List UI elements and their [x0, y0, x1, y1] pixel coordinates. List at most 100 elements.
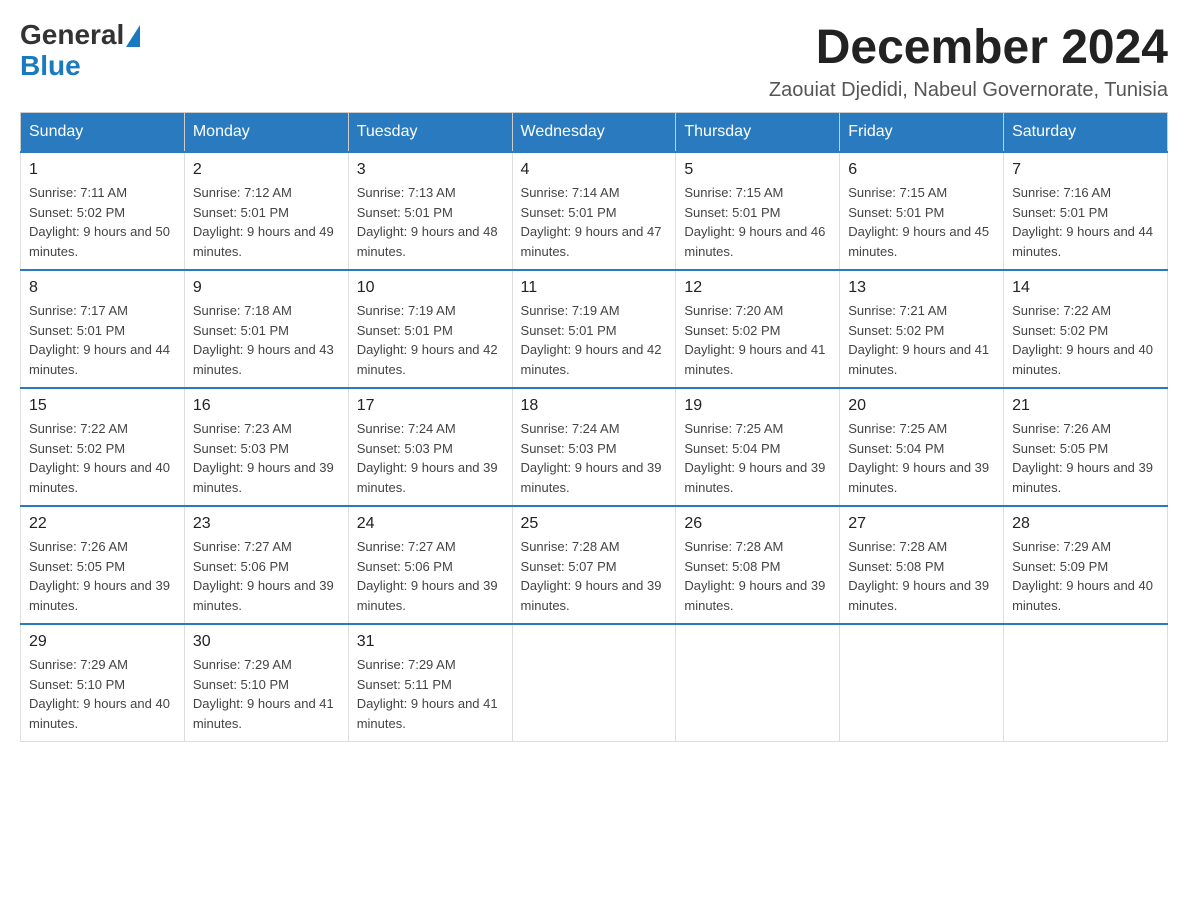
calendar-cell: 11 Sunrise: 7:19 AMSunset: 5:01 PMDaylig… [512, 270, 676, 388]
calendar-cell: 18 Sunrise: 7:24 AMSunset: 5:03 PMDaylig… [512, 388, 676, 506]
calendar-cell: 27 Sunrise: 7:28 AMSunset: 5:08 PMDaylig… [840, 506, 1004, 624]
day-info: Sunrise: 7:22 AMSunset: 5:02 PMDaylight:… [29, 421, 170, 495]
day-info: Sunrise: 7:25 AMSunset: 5:04 PMDaylight:… [848, 421, 989, 495]
day-number: 7 [1012, 161, 1159, 179]
day-info: Sunrise: 7:23 AMSunset: 5:03 PMDaylight:… [193, 421, 334, 495]
calendar-cell: 9 Sunrise: 7:18 AMSunset: 5:01 PMDayligh… [184, 270, 348, 388]
calendar-header-friday: Friday [840, 113, 1004, 153]
day-info: Sunrise: 7:13 AMSunset: 5:01 PMDaylight:… [357, 185, 498, 259]
calendar-header-sunday: Sunday [21, 113, 185, 153]
calendar-header-row: SundayMondayTuesdayWednesdayThursdayFrid… [21, 113, 1168, 153]
logo-triangle-icon [126, 25, 140, 47]
day-number: 2 [193, 161, 340, 179]
calendar-cell: 12 Sunrise: 7:20 AMSunset: 5:02 PMDaylig… [676, 270, 840, 388]
location-title: Zaouiat Djedidi, Nabeul Governorate, Tun… [769, 79, 1168, 102]
calendar-cell [1004, 624, 1168, 742]
day-number: 9 [193, 279, 340, 297]
day-info: Sunrise: 7:29 AMSunset: 5:09 PMDaylight:… [1012, 539, 1153, 613]
day-number: 15 [29, 397, 176, 415]
day-number: 31 [357, 633, 504, 651]
calendar-header-wednesday: Wednesday [512, 113, 676, 153]
day-number: 12 [684, 279, 831, 297]
title-section: December 2024 Zaouiat Djedidi, Nabeul Go… [769, 20, 1168, 102]
day-info: Sunrise: 7:25 AMSunset: 5:04 PMDaylight:… [684, 421, 825, 495]
day-number: 19 [684, 397, 831, 415]
calendar-cell: 28 Sunrise: 7:29 AMSunset: 5:09 PMDaylig… [1004, 506, 1168, 624]
calendar-week-row: 15 Sunrise: 7:22 AMSunset: 5:02 PMDaylig… [21, 388, 1168, 506]
month-title: December 2024 [769, 20, 1168, 75]
day-info: Sunrise: 7:29 AMSunset: 5:10 PMDaylight:… [29, 657, 170, 731]
calendar-cell: 10 Sunrise: 7:19 AMSunset: 5:01 PMDaylig… [348, 270, 512, 388]
day-info: Sunrise: 7:27 AMSunset: 5:06 PMDaylight:… [193, 539, 334, 613]
calendar-table: SundayMondayTuesdayWednesdayThursdayFrid… [20, 112, 1168, 742]
calendar-cell: 20 Sunrise: 7:25 AMSunset: 5:04 PMDaylig… [840, 388, 1004, 506]
calendar-cell: 17 Sunrise: 7:24 AMSunset: 5:03 PMDaylig… [348, 388, 512, 506]
day-number: 22 [29, 515, 176, 533]
day-info: Sunrise: 7:24 AMSunset: 5:03 PMDaylight:… [521, 421, 662, 495]
day-number: 10 [357, 279, 504, 297]
calendar-cell: 14 Sunrise: 7:22 AMSunset: 5:02 PMDaylig… [1004, 270, 1168, 388]
calendar-header-saturday: Saturday [1004, 113, 1168, 153]
day-number: 29 [29, 633, 176, 651]
calendar-cell: 23 Sunrise: 7:27 AMSunset: 5:06 PMDaylig… [184, 506, 348, 624]
calendar-cell: 31 Sunrise: 7:29 AMSunset: 5:11 PMDaylig… [348, 624, 512, 742]
calendar-cell: 7 Sunrise: 7:16 AMSunset: 5:01 PMDayligh… [1004, 152, 1168, 270]
day-info: Sunrise: 7:12 AMSunset: 5:01 PMDaylight:… [193, 185, 334, 259]
calendar-cell: 29 Sunrise: 7:29 AMSunset: 5:10 PMDaylig… [21, 624, 185, 742]
day-info: Sunrise: 7:17 AMSunset: 5:01 PMDaylight:… [29, 303, 170, 377]
day-info: Sunrise: 7:20 AMSunset: 5:02 PMDaylight:… [684, 303, 825, 377]
day-info: Sunrise: 7:15 AMSunset: 5:01 PMDaylight:… [684, 185, 825, 259]
calendar-cell: 2 Sunrise: 7:12 AMSunset: 5:01 PMDayligh… [184, 152, 348, 270]
calendar-week-row: 8 Sunrise: 7:17 AMSunset: 5:01 PMDayligh… [21, 270, 1168, 388]
calendar-header-thursday: Thursday [676, 113, 840, 153]
page-header: General Blue December 2024 Zaouiat Djedi… [20, 20, 1168, 102]
day-number: 5 [684, 161, 831, 179]
day-number: 23 [193, 515, 340, 533]
day-info: Sunrise: 7:27 AMSunset: 5:06 PMDaylight:… [357, 539, 498, 613]
calendar-cell: 30 Sunrise: 7:29 AMSunset: 5:10 PMDaylig… [184, 624, 348, 742]
logo: General Blue [20, 20, 140, 82]
logo-text-general: General [20, 20, 124, 51]
day-info: Sunrise: 7:18 AMSunset: 5:01 PMDaylight:… [193, 303, 334, 377]
calendar-cell: 25 Sunrise: 7:28 AMSunset: 5:07 PMDaylig… [512, 506, 676, 624]
day-number: 30 [193, 633, 340, 651]
day-number: 18 [521, 397, 668, 415]
logo-text-blue: Blue [20, 50, 81, 81]
day-number: 21 [1012, 397, 1159, 415]
calendar-cell: 1 Sunrise: 7:11 AMSunset: 5:02 PMDayligh… [21, 152, 185, 270]
day-number: 28 [1012, 515, 1159, 533]
calendar-cell: 16 Sunrise: 7:23 AMSunset: 5:03 PMDaylig… [184, 388, 348, 506]
day-number: 17 [357, 397, 504, 415]
day-info: Sunrise: 7:26 AMSunset: 5:05 PMDaylight:… [1012, 421, 1153, 495]
day-number: 6 [848, 161, 995, 179]
calendar-cell: 4 Sunrise: 7:14 AMSunset: 5:01 PMDayligh… [512, 152, 676, 270]
calendar-cell: 15 Sunrise: 7:22 AMSunset: 5:02 PMDaylig… [21, 388, 185, 506]
day-number: 11 [521, 279, 668, 297]
calendar-cell: 26 Sunrise: 7:28 AMSunset: 5:08 PMDaylig… [676, 506, 840, 624]
day-info: Sunrise: 7:28 AMSunset: 5:08 PMDaylight:… [848, 539, 989, 613]
day-number: 1 [29, 161, 176, 179]
calendar-cell: 22 Sunrise: 7:26 AMSunset: 5:05 PMDaylig… [21, 506, 185, 624]
calendar-cell: 6 Sunrise: 7:15 AMSunset: 5:01 PMDayligh… [840, 152, 1004, 270]
day-info: Sunrise: 7:29 AMSunset: 5:11 PMDaylight:… [357, 657, 498, 731]
day-number: 16 [193, 397, 340, 415]
calendar-cell: 3 Sunrise: 7:13 AMSunset: 5:01 PMDayligh… [348, 152, 512, 270]
calendar-week-row: 22 Sunrise: 7:26 AMSunset: 5:05 PMDaylig… [21, 506, 1168, 624]
calendar-header-tuesday: Tuesday [348, 113, 512, 153]
calendar-cell: 13 Sunrise: 7:21 AMSunset: 5:02 PMDaylig… [840, 270, 1004, 388]
day-number: 13 [848, 279, 995, 297]
calendar-header-monday: Monday [184, 113, 348, 153]
day-info: Sunrise: 7:14 AMSunset: 5:01 PMDaylight:… [521, 185, 662, 259]
day-number: 14 [1012, 279, 1159, 297]
day-info: Sunrise: 7:16 AMSunset: 5:01 PMDaylight:… [1012, 185, 1153, 259]
day-info: Sunrise: 7:24 AMSunset: 5:03 PMDaylight:… [357, 421, 498, 495]
day-info: Sunrise: 7:28 AMSunset: 5:07 PMDaylight:… [521, 539, 662, 613]
calendar-cell [840, 624, 1004, 742]
calendar-cell: 8 Sunrise: 7:17 AMSunset: 5:01 PMDayligh… [21, 270, 185, 388]
day-number: 27 [848, 515, 995, 533]
day-info: Sunrise: 7:21 AMSunset: 5:02 PMDaylight:… [848, 303, 989, 377]
day-info: Sunrise: 7:15 AMSunset: 5:01 PMDaylight:… [848, 185, 989, 259]
day-info: Sunrise: 7:26 AMSunset: 5:05 PMDaylight:… [29, 539, 170, 613]
day-info: Sunrise: 7:19 AMSunset: 5:01 PMDaylight:… [521, 303, 662, 377]
calendar-cell: 24 Sunrise: 7:27 AMSunset: 5:06 PMDaylig… [348, 506, 512, 624]
